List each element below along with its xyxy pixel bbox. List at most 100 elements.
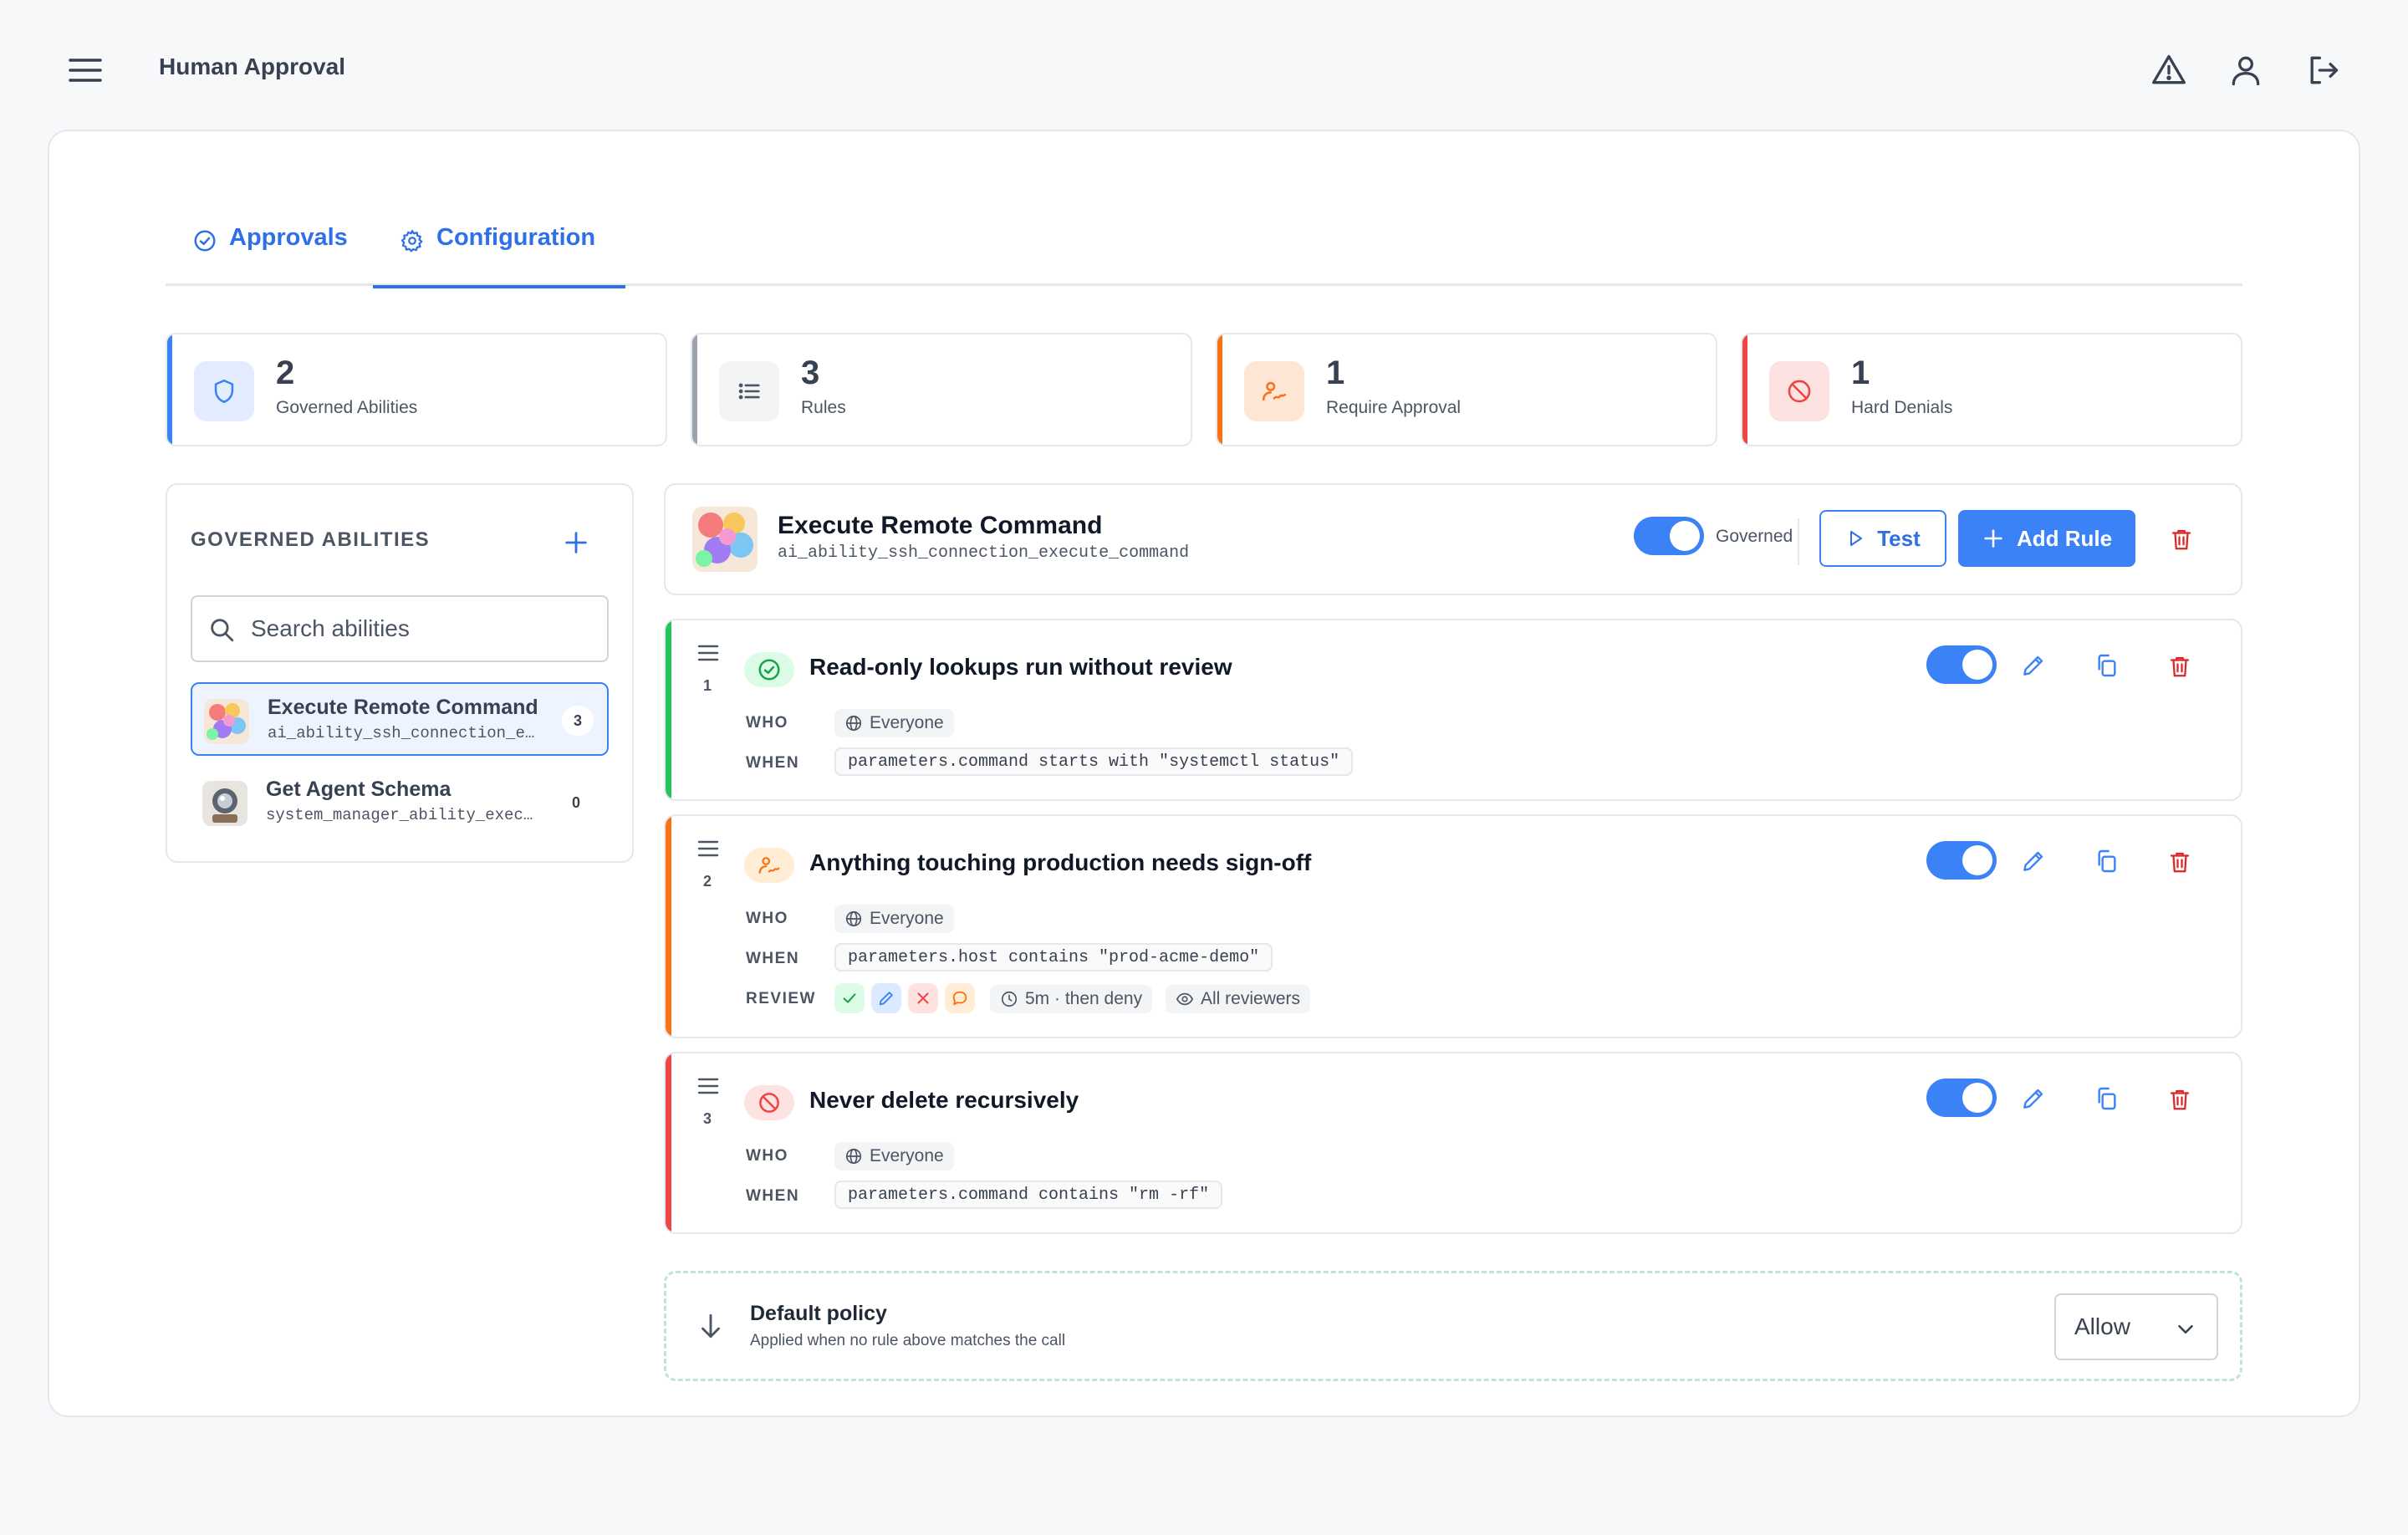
tab-configuration[interactable]: Configuration (373, 214, 626, 288)
stat-card-governed-abilities: 2 Governed Abilities (166, 333, 667, 446)
review-timeout: 5m · then deny (1025, 989, 1143, 1008)
chevron-down-icon (2178, 1325, 2193, 1334)
rule-title: Read-only lookups run without review (809, 654, 1232, 680)
review-timeout-chip: 5m · then deny (990, 985, 1153, 1013)
who-chip: Everyone (834, 1142, 954, 1170)
menu-icon[interactable] (67, 55, 104, 85)
search-icon (211, 619, 234, 642)
deny-icon (908, 983, 938, 1013)
stat-card-rules: 3 Rules (691, 333, 1192, 446)
stat-value: 1 (1851, 354, 1870, 391)
stat-label: Governed Abilities (276, 398, 418, 417)
add-rule-label: Add Rule (2016, 525, 2113, 551)
search-input[interactable] (251, 609, 594, 649)
app-title: Human Approval (159, 54, 345, 79)
default-policy-subtitle: Applied when no rule above matches the c… (750, 1332, 1066, 1349)
rule-accent-bar (666, 816, 671, 1037)
governed-abilities-panel: GOVERNED ABILITIES Execute Remote Comman… (166, 483, 634, 863)
add-ability-plus-icon[interactable] (562, 528, 590, 557)
default-policy-card: Default policy Applied when no rule abov… (664, 1271, 2242, 1381)
default-policy-title: Default policy (750, 1302, 887, 1325)
stat-accent-bar (692, 334, 697, 445)
ability-name: Execute Remote Command (268, 696, 538, 719)
globe-icon (845, 1148, 862, 1165)
edit-pencil-icon[interactable] (2020, 652, 2047, 679)
who-label: WHO (746, 714, 788, 732)
ban-icon (1788, 380, 1811, 403)
rule-count-badge: 0 (571, 793, 580, 811)
ability-identifier: ai_ability_ssh_connection_execute_comman… (778, 543, 1190, 563)
stat-card-hard-denials: 1 Hard Denials (1741, 333, 2242, 446)
stat-card-require-approval: 1 Require Approval (1216, 333, 1717, 446)
check-circle-icon (194, 230, 216, 252)
who-value: Everyone (870, 1146, 944, 1165)
rule-number: 1 (702, 676, 712, 694)
rule-title: Anything touching production needs sign-… (809, 849, 1312, 875)
edit-pencil-icon[interactable] (2020, 848, 2047, 875)
tab-approvals[interactable]: Approvals (192, 214, 348, 286)
edit-pencil-icon[interactable] (2020, 1085, 2047, 1112)
rule-enabled-toggle[interactable] (1926, 841, 1997, 880)
signature-icon (758, 857, 780, 874)
drag-handle-icon[interactable] (697, 839, 719, 858)
who-chip: Everyone (834, 905, 954, 933)
who-label: WHO (746, 910, 788, 927)
top-bar: Human Approval (0, 0, 2408, 135)
rule-enabled-toggle[interactable] (1926, 645, 1997, 684)
ban-icon (759, 1093, 779, 1113)
who-value: Everyone (870, 909, 944, 928)
check-circle-icon (758, 659, 780, 681)
stat-icon-box (1769, 361, 1829, 421)
delete-rule-trash-icon[interactable] (2167, 1087, 2192, 1112)
stat-label: Rules (801, 398, 846, 417)
duplicate-icon[interactable] (2094, 848, 2120, 875)
ability-header: Execute Remote Command ai_ability_ssh_co… (664, 483, 2242, 595)
drag-handle-icon[interactable] (697, 644, 719, 662)
governed-label: Governed (1716, 527, 1793, 546)
plus-icon (1984, 529, 2002, 548)
tab-label: Configuration (436, 224, 596, 251)
tab-bar: Approvals Configuration (166, 214, 2242, 288)
when-label: WHEN (746, 950, 800, 967)
approve-icon (834, 983, 865, 1013)
default-policy-select[interactable]: Allow (2054, 1293, 2218, 1360)
duplicate-icon[interactable] (2094, 652, 2120, 679)
add-rule-button[interactable]: Add Rule (1958, 510, 2135, 567)
shield-icon (214, 379, 234, 404)
governed-toggle[interactable] (1634, 517, 1704, 555)
review-label: REVIEW (746, 990, 816, 1007)
gear-icon (400, 230, 423, 252)
rule-number: 3 (702, 1109, 712, 1127)
who-value: Everyone (870, 713, 944, 732)
panel-title: GOVERNED ABILITIES (191, 528, 431, 551)
delete-rule-trash-icon[interactable] (2167, 849, 2192, 875)
test-button[interactable]: Test (1819, 510, 1946, 567)
ability-list-item[interactable]: Execute Remote Command ai_ability_ssh_co… (191, 682, 609, 756)
duplicate-icon[interactable] (2094, 1085, 2120, 1112)
delete-ability-trash-icon[interactable] (2169, 527, 2194, 552)
stat-accent-bar (1742, 334, 1747, 445)
ability-list-item[interactable]: Get Agent Schema system_manager_ability_… (191, 766, 609, 839)
rule-enabled-toggle[interactable] (1926, 1079, 1997, 1117)
rule-status-badge (744, 1085, 794, 1120)
logout-icon[interactable] (2304, 52, 2341, 89)
rule-card: 2 Anything touching production needs sig… (664, 814, 2242, 1038)
globe-icon (845, 910, 862, 927)
alert-triangle-icon[interactable] (2150, 52, 2187, 89)
ability-id: system_manager_ability_exec… (266, 806, 533, 824)
user-icon[interactable] (2227, 52, 2264, 89)
comment-icon (945, 983, 975, 1013)
stat-icon-box (719, 361, 779, 421)
delete-rule-trash-icon[interactable] (2167, 654, 2192, 679)
when-condition: parameters.command starts with "systemct… (834, 747, 1354, 776)
drag-handle-icon[interactable] (697, 1077, 719, 1095)
arrow-down-icon (701, 1313, 720, 1339)
rule-title: Never delete recursively (809, 1087, 1079, 1113)
default-policy-value: Allow (2074, 1313, 2130, 1339)
ability-title: Execute Remote Command (778, 512, 1103, 539)
rule-status-badge (744, 652, 794, 687)
who-label: WHO (746, 1147, 788, 1165)
rule-number: 2 (702, 872, 712, 890)
review-reviewers: All reviewers (1201, 989, 1301, 1008)
stat-value: 3 (801, 354, 820, 391)
